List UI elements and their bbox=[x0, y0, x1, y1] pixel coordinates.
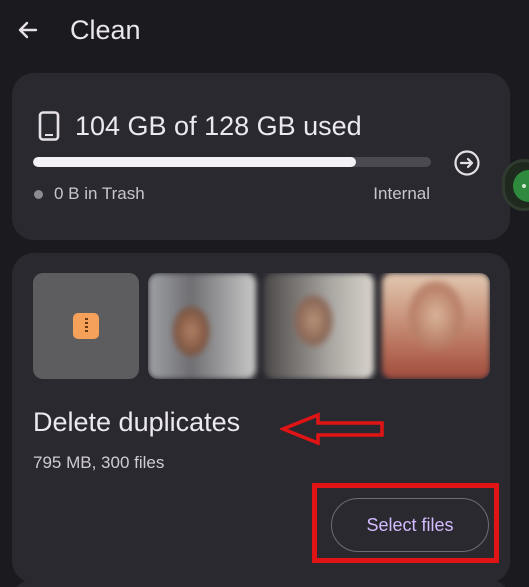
clean-screen: Clean 104 GB of 128 GB used 0 B in Trash… bbox=[0, 0, 529, 587]
trash-size-text: 0 B in Trash bbox=[54, 184, 145, 203]
photo-thumbnail[interactable] bbox=[264, 273, 374, 379]
arrow-left-icon bbox=[18, 21, 38, 39]
storage-progress-bar bbox=[33, 157, 431, 167]
duplicates-card[interactable]: Delete duplicates 795 MB, 300 files Sele… bbox=[12, 253, 510, 583]
photo-thumbnails bbox=[148, 273, 490, 379]
select-files-button[interactable]: Select files bbox=[331, 498, 489, 552]
storage-card[interactable]: 104 GB of 128 GB used 0 B in Trash Inter… bbox=[12, 73, 510, 240]
trash-dot-icon bbox=[34, 190, 43, 199]
photo-thumbnail[interactable] bbox=[148, 273, 256, 379]
next-card bbox=[12, 580, 510, 587]
back-button[interactable] bbox=[12, 14, 44, 46]
phone-icon bbox=[38, 111, 60, 141]
storage-progress-fill bbox=[33, 157, 357, 167]
zip-file-icon bbox=[73, 313, 99, 339]
photo-thumbnail[interactable] bbox=[382, 273, 490, 379]
floating-bubble-icon bbox=[513, 170, 529, 202]
page-title: Clean bbox=[70, 15, 141, 45]
duplicates-title: Delete duplicates bbox=[33, 407, 241, 437]
arrow-right-circle-icon[interactable] bbox=[453, 149, 481, 177]
zip-file-thumbnail[interactable] bbox=[33, 273, 139, 379]
annotation-arrow-icon bbox=[280, 412, 384, 446]
duplicates-summary: 795 MB, 300 files bbox=[33, 453, 165, 472]
storage-used-text: 104 GB of 128 GB used bbox=[75, 111, 362, 141]
storage-location-label: Internal bbox=[373, 184, 430, 203]
